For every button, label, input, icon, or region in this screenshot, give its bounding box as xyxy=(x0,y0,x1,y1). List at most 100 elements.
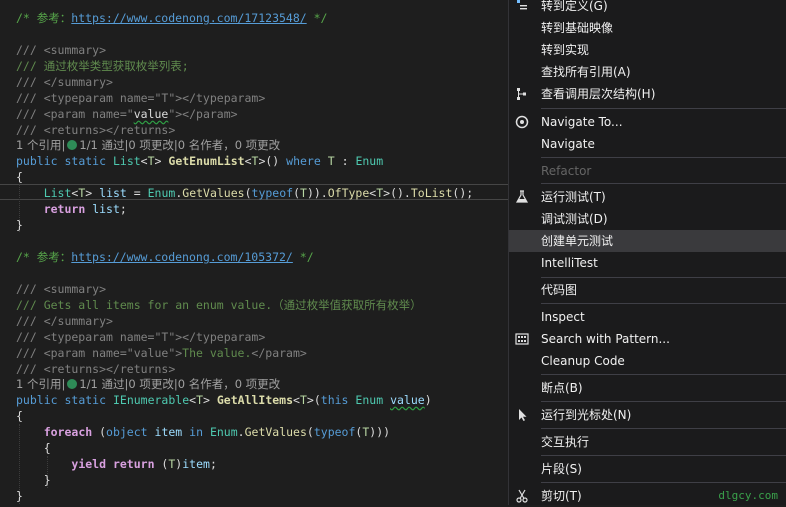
doc-comment-line: /// </summary> xyxy=(16,75,113,89)
menu-item-label: 转到定义(G) xyxy=(541,0,608,13)
doc-comment-line: /// <typeparam name="T"></typeparam> xyxy=(16,330,266,344)
codelens-tests[interactable]: 1/1 通过|0 项更改|0 名作者，0 项更改 xyxy=(79,377,280,391)
menu-item-label: Inspect xyxy=(541,310,585,324)
menu-item-intellitest[interactable]: IntelliTest xyxy=(509,252,786,274)
doc-comment-line: /// </summary> xyxy=(16,314,113,328)
menu-item-label: 断点(B) xyxy=(541,381,583,395)
code-line-brace: { xyxy=(16,441,51,455)
watermark: dlgcy.com xyxy=(718,489,778,502)
menu-separator xyxy=(541,401,786,402)
menu-separator xyxy=(541,374,786,375)
menu-item-run-tests[interactable]: 运行测试(T) xyxy=(509,186,786,208)
code-line-statement: List<T> list = Enum.GetValues(typeof(T))… xyxy=(43,186,474,200)
code-line-signature: public static IEnumerable<T> GetAllItems… xyxy=(16,393,432,407)
menu-item-label: Navigate To... xyxy=(541,115,623,129)
cut-icon xyxy=(515,489,529,503)
param-name: value xyxy=(133,107,169,121)
menu-item-cleanup-code[interactable]: Cleanup Code xyxy=(509,350,786,372)
menu-item-label: 查看调用层次结构(H) xyxy=(541,87,656,101)
doc-comment-line: /// Gets all items for an enum value.（通过… xyxy=(16,298,422,312)
codelens-references[interactable]: 1 个引用| xyxy=(16,138,65,152)
menu-item-label: 调试测试(D) xyxy=(541,212,608,226)
menu-separator xyxy=(541,277,786,278)
code-editor[interactable]: /* 参考：https://www.codenong.com/17123548/… xyxy=(0,0,508,505)
menu-item-label: 运行到光标处(N) xyxy=(541,408,632,422)
menu-item-inspect[interactable]: Inspect xyxy=(509,306,786,328)
menu-item-go-to-definition[interactable]: 转到定义(G) xyxy=(509,0,786,17)
doc-tag: /// <param name="value"> xyxy=(16,346,183,360)
context-menu: 转到定义(G) 转到基础映像 转到实现 查找所有引用(A) 查看调用层次结构(H… xyxy=(508,0,786,505)
code-line-brace: { xyxy=(16,409,23,423)
doc-comment-line: /// <summary> xyxy=(16,43,107,57)
menu-item-label: Cleanup Code xyxy=(541,354,625,368)
menu-item-create-unit-tests[interactable]: 创建单元测试 xyxy=(509,230,786,252)
menu-item-find-all-references[interactable]: 查找所有引用(A) xyxy=(509,61,786,83)
menu-item-label: 转到实现 xyxy=(541,43,590,57)
menu-item-label: 创建单元测试 xyxy=(541,234,614,248)
doc-comment-line: /// <param name="value"></param> xyxy=(16,106,238,122)
menu-item-search-with-pattern[interactable]: Search with Pattern... xyxy=(509,328,786,350)
menu-item-debug-tests[interactable]: 调试测试(D) xyxy=(509,208,786,230)
menu-item-label: 代码图 xyxy=(541,283,578,297)
comment-text: /* 参考： xyxy=(16,11,72,25)
doc-text: The value. xyxy=(182,346,252,360)
code-line-statement: foreach (object item in Enum.GetValues(t… xyxy=(43,425,391,439)
menu-separator xyxy=(541,428,786,429)
code-line-brace: { xyxy=(16,170,23,184)
menu-separator xyxy=(541,482,786,483)
menu-separator xyxy=(541,183,786,184)
call-hierarchy-icon xyxy=(515,87,529,101)
doc-tag: /// <param name=" xyxy=(16,107,134,121)
doc-comment-line: /// <typeparam name="T"></typeparam> xyxy=(16,91,266,105)
test-passed-icon xyxy=(67,378,78,389)
menu-item-refactor: Refactor xyxy=(509,160,786,182)
run-tests-icon xyxy=(515,190,529,204)
reference-link[interactable]: https://www.codenong.com/105372/ xyxy=(71,250,293,264)
menu-item-label: 转到基础映像 xyxy=(541,21,614,35)
code-line-statement: return list; xyxy=(43,202,127,216)
menu-item-snippets[interactable]: 片段(S) xyxy=(509,458,786,480)
code-line-statement: yield return (T)item; xyxy=(71,457,217,471)
comment-text: */ xyxy=(306,11,328,25)
code-line-brace: } xyxy=(16,489,23,503)
doc-comment-line: /// <param name="value">The value.</para… xyxy=(16,345,307,361)
codelens-references[interactable]: 1 个引用| xyxy=(16,377,65,391)
menu-item-breakpoint[interactable]: 断点(B) xyxy=(509,377,786,399)
menu-item-call-hierarchy[interactable]: 查看调用层次结构(H) xyxy=(509,83,786,105)
search-pattern-icon xyxy=(515,332,529,346)
code-line-comment: /* 参考：https://www.codenong.com/17123548/… xyxy=(16,10,327,26)
codelens-tests[interactable]: 1/1 通过|0 项更改|0 名作者，0 项更改 xyxy=(79,138,280,152)
menu-item-go-to-implementation[interactable]: 转到实现 xyxy=(509,39,786,61)
menu-item-label: 交互执行 xyxy=(541,435,590,449)
menu-item-navigate[interactable]: Navigate xyxy=(509,133,786,155)
run-to-cursor-icon xyxy=(515,408,529,422)
reference-link[interactable]: https://www.codenong.com/17123548/ xyxy=(71,11,306,25)
menu-item-interactive-execute[interactable]: 交互执行 xyxy=(509,431,786,453)
menu-separator xyxy=(541,303,786,304)
code-line-brace: } xyxy=(16,218,23,232)
navigate-to-icon xyxy=(515,115,529,129)
doc-tag: </param> xyxy=(251,346,307,360)
comment-text: */ xyxy=(292,250,314,264)
menu-item-label: 查找所有引用(A) xyxy=(541,65,631,79)
codelens[interactable]: 1 个引用| 1/1 通过|0 项更改|0 名作者，0 项更改 xyxy=(16,376,280,392)
go-to-definition-icon xyxy=(515,0,529,13)
menu-item-run-to-cursor[interactable]: 运行到光标处(N) xyxy=(509,404,786,426)
comment-text: /* 参考： xyxy=(16,250,72,264)
code-line-signature: public static List<T> GetEnumList<T>() w… xyxy=(16,154,384,168)
menu-item-navigate-to[interactable]: Navigate To... xyxy=(509,111,786,133)
menu-item-label: 运行测试(T) xyxy=(541,190,606,204)
menu-item-label: IntelliTest xyxy=(541,256,598,270)
doc-comment-line: /// <returns></returns> xyxy=(16,123,176,137)
menu-item-label: 片段(S) xyxy=(541,462,582,476)
menu-separator xyxy=(541,108,786,109)
codelens[interactable]: 1 个引用| 1/1 通过|0 项更改|0 名作者，0 项更改 xyxy=(16,137,280,153)
doc-tag: "></param> xyxy=(168,107,238,121)
menu-item-label: Search with Pattern... xyxy=(541,332,670,346)
menu-item-go-to-base[interactable]: 转到基础映像 xyxy=(509,17,786,39)
code-line-brace: } xyxy=(16,473,51,487)
menu-item-label: Refactor xyxy=(541,164,592,178)
doc-comment-line: /// 通过枚举类型获取枚举列表; xyxy=(16,59,189,73)
menu-separator xyxy=(541,157,786,158)
menu-item-code-map[interactable]: 代码图 xyxy=(509,279,786,301)
